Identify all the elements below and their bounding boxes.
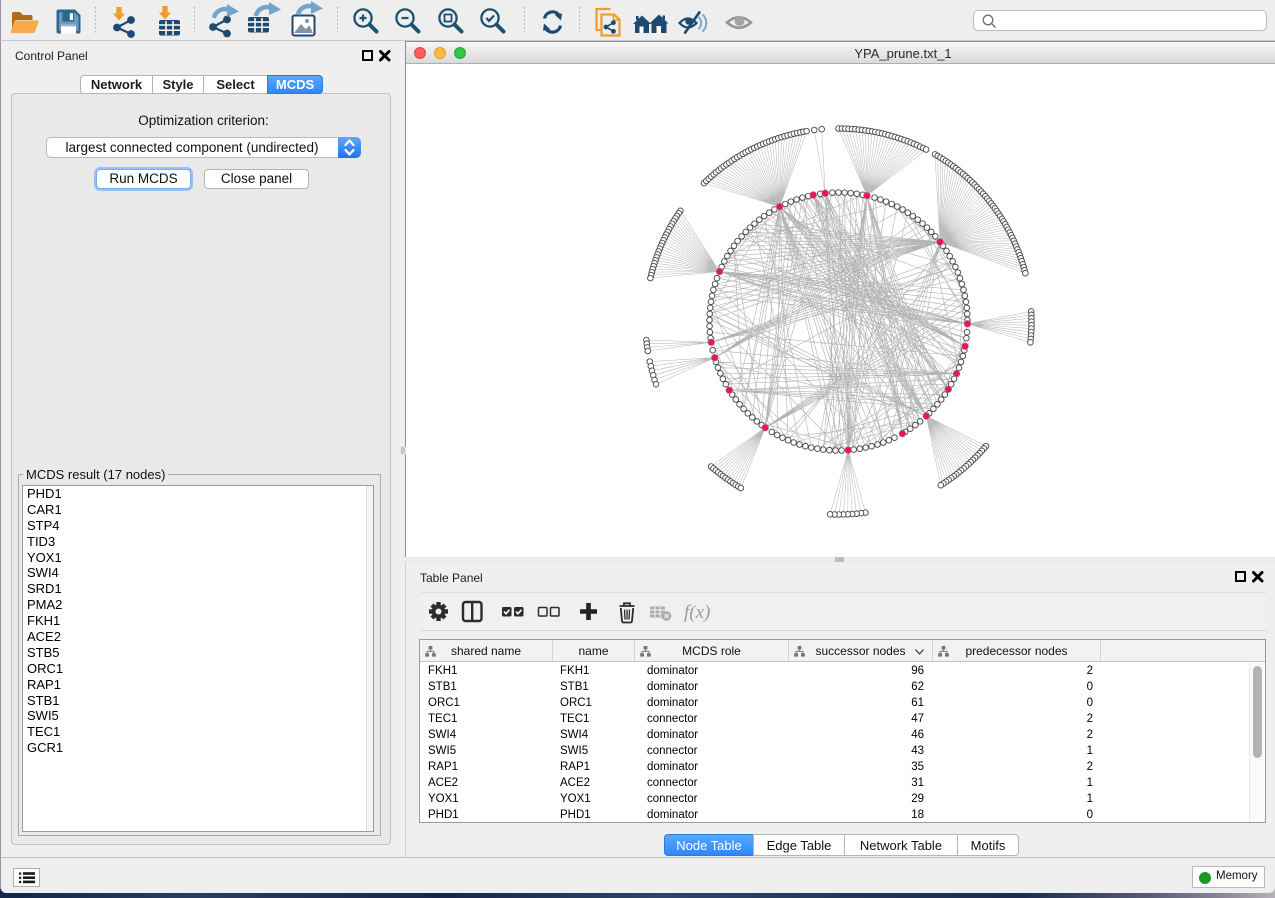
svg-text:f(x): f(x) xyxy=(684,602,710,623)
